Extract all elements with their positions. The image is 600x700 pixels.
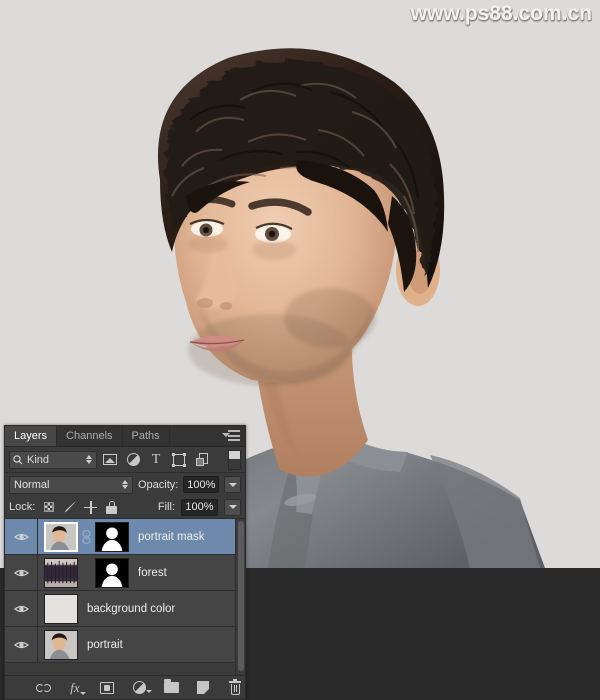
layer-visibility-toggle[interactable] bbox=[5, 519, 38, 554]
layer-thumbnails[interactable] bbox=[38, 557, 129, 588]
person-silhouette-mask bbox=[96, 522, 128, 551]
filter-toggle-icon[interactable] bbox=[228, 449, 241, 470]
eye-icon bbox=[13, 604, 29, 614]
fill-input[interactable]: 100% bbox=[181, 498, 218, 516]
lock-row[interactable]: Lock: Fill: 100% bbox=[5, 496, 245, 519]
layer-mask-thumbnail[interactable] bbox=[95, 557, 129, 588]
layer-list-scrollbar[interactable] bbox=[235, 519, 245, 675]
blend-mode-row[interactable]: Normal Opacity: 100% bbox=[5, 473, 245, 496]
tab-channels[interactable]: Channels bbox=[57, 426, 123, 446]
tab-layers[interactable]: Layers bbox=[5, 426, 58, 446]
layer-visibility-toggle[interactable] bbox=[5, 591, 38, 626]
lock-position-icon[interactable] bbox=[83, 500, 98, 515]
table-row[interactable]: forest bbox=[5, 555, 245, 591]
filter-kind-select[interactable]: Kind bbox=[9, 450, 97, 469]
opacity-label: Opacity: bbox=[137, 478, 179, 491]
shape-layers-filter-icon[interactable] bbox=[169, 450, 189, 470]
lock-transparent-pixels-icon[interactable] bbox=[41, 500, 56, 515]
layer-thumbnail[interactable] bbox=[44, 521, 78, 552]
eye-icon bbox=[13, 640, 29, 650]
smart-object-filter-icon[interactable] bbox=[192, 450, 212, 470]
layer-thumbnail[interactable] bbox=[44, 629, 78, 660]
lock-image-pixels-icon[interactable] bbox=[62, 500, 77, 515]
new-adjustment-layer-icon[interactable] bbox=[130, 679, 152, 697]
opacity-input[interactable]: 100% bbox=[183, 476, 220, 493]
solid-color-thumbnail bbox=[45, 594, 77, 623]
panel-menu-icon[interactable] bbox=[222, 430, 240, 443]
pixel-layers-filter-icon[interactable] bbox=[100, 450, 120, 470]
add-layer-mask-icon[interactable] bbox=[98, 679, 116, 697]
layer-visibility-toggle[interactable] bbox=[5, 627, 38, 662]
panel-tab-bar[interactable]: Layers Channels Paths bbox=[5, 426, 245, 447]
fill-dropdown-arrow[interactable] bbox=[224, 498, 241, 516]
new-layer-icon[interactable] bbox=[194, 679, 212, 697]
layer-name: background color bbox=[87, 602, 176, 615]
brush-icon bbox=[64, 501, 76, 513]
new-group-icon[interactable] bbox=[162, 679, 180, 697]
layer-thumbnail[interactable] bbox=[44, 593, 78, 624]
tab-paths[interactable]: Paths bbox=[122, 426, 170, 446]
layer-style-fx-icon[interactable]: fx bbox=[66, 679, 86, 697]
filter-kind-stepper[interactable] bbox=[86, 454, 92, 464]
table-row[interactable]: portrait mask bbox=[5, 519, 245, 555]
adjustment-layers-filter-icon[interactable] bbox=[123, 450, 143, 470]
layer-mask-thumbnail[interactable] bbox=[95, 521, 129, 552]
eye-icon bbox=[13, 532, 29, 542]
layer-thumbnails[interactable] bbox=[38, 629, 78, 660]
blend-mode-stepper[interactable] bbox=[121, 479, 128, 489]
person-silhouette-mask bbox=[96, 558, 128, 587]
layer-name: portrait bbox=[87, 638, 123, 651]
search-icon bbox=[13, 454, 23, 464]
link-icon[interactable] bbox=[81, 529, 92, 544]
portrait-thumbnail-image bbox=[45, 630, 77, 659]
lock-all-icon[interactable] bbox=[104, 500, 119, 515]
table-row[interactable]: background color bbox=[5, 591, 245, 627]
layers-panel-toolbar[interactable]: fx bbox=[5, 675, 245, 699]
forest-thumbnail-image bbox=[45, 558, 77, 587]
opacity-dropdown-arrow[interactable] bbox=[224, 476, 242, 493]
table-row[interactable]: portrait bbox=[5, 627, 245, 663]
layer-thumbnails[interactable] bbox=[38, 521, 129, 552]
type-layers-filter-icon[interactable]: T bbox=[146, 450, 166, 470]
layer-visibility-toggle[interactable] bbox=[5, 555, 38, 590]
eye-icon bbox=[13, 568, 29, 578]
fill-label: Fill: bbox=[157, 501, 175, 513]
link-layers-icon[interactable] bbox=[34, 679, 52, 697]
layer-name: portrait mask bbox=[138, 530, 205, 543]
delete-layer-icon[interactable] bbox=[226, 678, 244, 697]
watermark-text: www.ps88.com.cn bbox=[410, 2, 592, 25]
layer-thumbnails[interactable] bbox=[38, 593, 78, 624]
blend-mode-select[interactable]: Normal bbox=[9, 475, 133, 494]
filter-kind-label: Kind bbox=[27, 453, 50, 466]
layers-panel[interactable]: Layers Channels Paths Kind T Normal Opac… bbox=[4, 425, 246, 700]
layer-thumbnail[interactable] bbox=[44, 557, 78, 588]
scrollbar-thumb[interactable] bbox=[238, 521, 244, 671]
blend-mode-value: Normal bbox=[14, 478, 50, 491]
layer-name: forest bbox=[138, 566, 167, 579]
layer-list[interactable]: portrait mask forest background color po… bbox=[5, 519, 245, 675]
lock-label: Lock: bbox=[9, 501, 36, 513]
layer-filter-row[interactable]: Kind T bbox=[5, 447, 245, 473]
portrait-thumbnail-image bbox=[46, 523, 76, 550]
